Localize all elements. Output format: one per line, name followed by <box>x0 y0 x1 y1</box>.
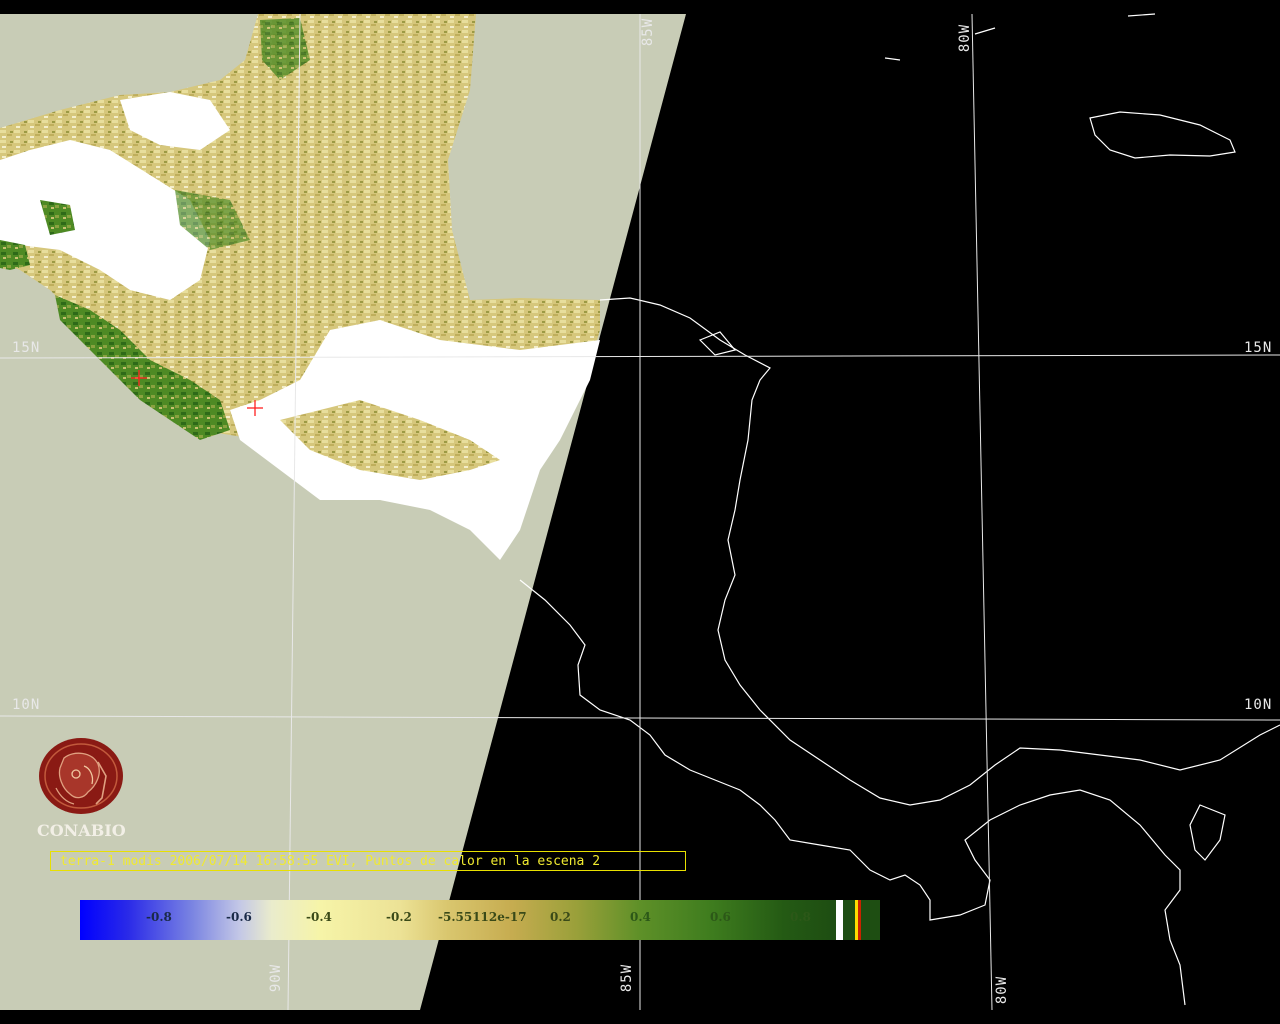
colorbar-tick: 0.4 <box>630 910 651 924</box>
lon-label-90w-bottom: 90W <box>268 963 285 993</box>
colorbar-swatch-forest <box>843 900 855 940</box>
scene-caption: terra-1 modis 2006/07/14 16:58:55 EVI, P… <box>50 851 686 871</box>
colorbar-tick: -0.6 <box>226 910 252 924</box>
colorbar-tick: -0.8 <box>146 910 172 924</box>
lon-label-80w-top: 80W <box>957 23 974 53</box>
lon-label-80w-bottom: 80W <box>994 975 1011 1005</box>
lat-label-10n-right: 10N <box>1244 697 1273 713</box>
colorbar-tick: -0.4 <box>306 910 332 924</box>
lon-label-85w-top: 85W <box>640 17 657 47</box>
colorbar-tick: -0.2 <box>386 910 412 924</box>
colorbar-tick: 0.6 <box>710 910 731 924</box>
colorbar-swatch-cloud <box>836 900 843 940</box>
colorbar-swatch-hotspot-red <box>858 900 861 940</box>
colorbar-tick: -5.55112e-17 <box>438 910 527 924</box>
evi-colorbar: -0.8 -0.6 -0.4 -0.2 -5.55112e-17 0.2 0.4… <box>80 900 880 940</box>
map-viewer: { "grid_labels": { "lat_15n_left": "15N"… <box>0 0 1280 1024</box>
colorbar-tick: 0.2 <box>550 910 571 924</box>
lat-label-15n-right: 15N <box>1244 340 1273 356</box>
lat-label-15n-left: 15N <box>12 340 41 356</box>
image-frame <box>0 1010 1280 1024</box>
colorbar-tick: 0.8 <box>790 910 811 924</box>
conabio-logo-text: CONABIO <box>37 821 126 840</box>
lon-label-85w-bottom: 85W <box>619 963 636 993</box>
lat-label-10n-left: 10N <box>12 697 41 713</box>
